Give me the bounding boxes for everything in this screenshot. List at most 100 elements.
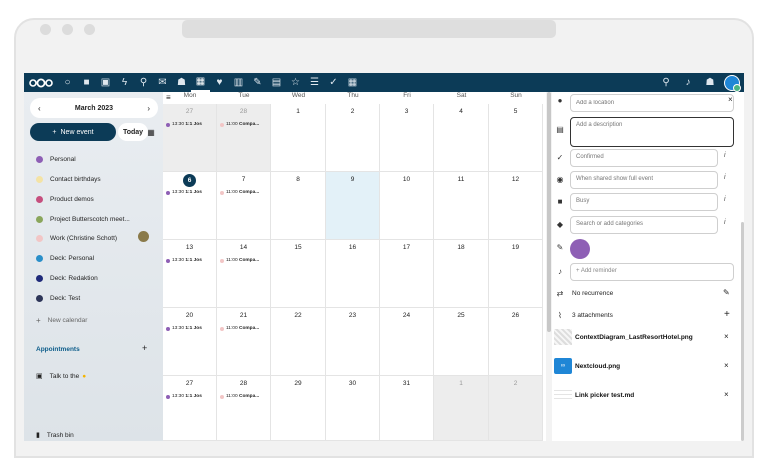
event-item[interactable]: 11:00 Compa...	[220, 258, 259, 263]
attachment-name[interactable]: ContextDiagram_LastResortHotel.png	[575, 334, 693, 341]
event-color-picker[interactable]	[570, 239, 590, 259]
stars-icon[interactable]: ☆	[286, 73, 305, 92]
calendar-item-work[interactable]: Work (Christine Schott)	[36, 232, 117, 244]
day-cell[interactable]: 28 11:00 Compa...	[217, 376, 271, 441]
day-cell[interactable]: 30	[326, 376, 380, 441]
address-bar[interactable]	[182, 20, 556, 38]
current-month-label[interactable]: March 2023	[75, 105, 113, 112]
files-icon[interactable]: ■	[77, 73, 96, 92]
recurrence-label[interactable]: No recurrence	[572, 290, 613, 297]
day-cell[interactable]: 11	[434, 172, 489, 240]
day-cell[interactable]: 1	[434, 376, 489, 441]
event-item[interactable]: 13:30 1:1 Jos	[166, 326, 202, 331]
favorites-icon[interactable]: ♥	[210, 73, 229, 92]
add-reminder-button[interactable]: + Add reminder	[570, 263, 734, 281]
calendar-item-personal[interactable]: Personal	[36, 153, 76, 165]
calendar-item-product-demos[interactable]: Product demos	[36, 193, 94, 205]
day-cell-today[interactable]: 6 13:30 1:1 Jos	[163, 172, 217, 240]
day-cell[interactable]: 15	[271, 240, 326, 308]
day-cell[interactable]: 8	[271, 172, 326, 240]
day-cell[interactable]: 28 11:00 Compa...	[217, 104, 271, 172]
day-cell[interactable]: 27 13:30 1:1 Jos	[163, 376, 217, 441]
info-icon[interactable]: i	[724, 196, 726, 203]
remove-attachment-icon[interactable]: ×	[724, 332, 729, 341]
attachment-name[interactable]: Link picker test.md	[575, 392, 634, 399]
deck-icon[interactable]: ▤	[267, 73, 286, 92]
nextcloud-logo-icon[interactable]	[24, 78, 58, 88]
day-cell[interactable]: 22	[271, 308, 326, 376]
chevron-right-icon[interactable]: ›	[147, 104, 150, 113]
day-cell[interactable]: 21 11:00 Compa...	[217, 308, 271, 376]
status-select[interactable]: Confirmed	[570, 149, 718, 167]
mail-icon[interactable]: ✉	[153, 73, 172, 92]
event-item[interactable]: 13:30 1:1 Jos	[166, 190, 202, 195]
day-cell[interactable]: 2	[326, 104, 380, 172]
contacts-menu-icon[interactable]: ☗	[702, 73, 718, 92]
event-item[interactable]: 13:30 1:1 Jos	[166, 394, 202, 399]
event-item[interactable]: 13:30 1:1 Jos	[166, 258, 202, 263]
calendar-item-deck-redaktion[interactable]: Deck: Redaktion	[36, 272, 98, 284]
remove-attachment-icon[interactable]: ×	[724, 361, 729, 370]
scrollbar-thumb[interactable]	[547, 92, 551, 332]
calendar-item-contact-birthdays[interactable]: Contact birthdays	[36, 173, 101, 185]
day-cell[interactable]: 4	[434, 104, 489, 172]
analytics-icon[interactable]: ▥	[229, 73, 248, 92]
day-cell[interactable]: 13 13:30 1:1 Jos	[163, 240, 217, 308]
info-icon[interactable]: i	[724, 174, 726, 181]
day-cell[interactable]: 24	[380, 308, 434, 376]
day-cell[interactable]: 10	[380, 172, 434, 240]
categories-input[interactable]: Search or add categories	[570, 216, 718, 234]
visibility-select[interactable]: When shared show full event	[570, 171, 718, 189]
notifications-icon[interactable]: ♪	[680, 73, 696, 92]
day-cell[interactable]: 5	[489, 104, 543, 172]
day-cell[interactable]: 3	[380, 104, 434, 172]
day-cell[interactable]: 1	[271, 104, 326, 172]
day-cell[interactable]: 17	[380, 240, 434, 308]
search-icon[interactable]: ⚲	[134, 73, 153, 92]
remove-attachment-icon[interactable]: ×	[724, 390, 729, 399]
info-icon[interactable]: i	[724, 152, 726, 159]
calendar-item-deck-test[interactable]: Deck: Test	[36, 292, 80, 304]
day-cell[interactable]: 14 11:00 Compa...	[217, 240, 271, 308]
day-cell[interactable]: 12	[489, 172, 543, 240]
dashboard-icon[interactable]: ○	[58, 73, 77, 92]
event-item[interactable]: 11:00 Compa...	[220, 394, 259, 399]
day-cell-selected[interactable]: 9	[326, 172, 380, 240]
description-input[interactable]: Add a description	[570, 117, 734, 147]
add-attachment-icon[interactable]: +	[724, 309, 730, 320]
availability-select[interactable]: Busy	[570, 193, 718, 211]
view-grid-icon[interactable]: ▦	[144, 123, 158, 141]
event-item[interactable]: 11:00 Compa...	[220, 190, 259, 195]
day-cell[interactable]: 18	[434, 240, 489, 308]
day-cell[interactable]: 19	[489, 240, 543, 308]
tasks-icon[interactable]: ☰	[305, 73, 324, 92]
notes-icon[interactable]: ✎	[248, 73, 267, 92]
day-cell[interactable]: 29	[271, 376, 326, 441]
event-item[interactable]: 13:30 1:1 Jos	[166, 122, 202, 127]
day-cell[interactable]: 27 13:30 1:1 Jos	[163, 104, 217, 172]
calendar-item-deck-personal[interactable]: Deck: Personal	[36, 252, 94, 264]
day-cell[interactable]: 2	[489, 376, 543, 441]
close-icon[interactable]: ×	[728, 95, 733, 104]
location-input[interactable]	[570, 94, 734, 112]
calendar-item-project-butterscotch[interactable]: Project Butterscotch meet...	[36, 213, 130, 225]
event-item[interactable]: 11:00 Compa...	[220, 326, 259, 331]
add-appointment-icon[interactable]: +	[142, 343, 147, 353]
contacts-icon[interactable]: ☗	[172, 73, 191, 92]
day-cell[interactable]: 25	[434, 308, 489, 376]
info-icon[interactable]: i	[724, 219, 726, 226]
day-cell[interactable]: 23	[326, 308, 380, 376]
panel-scrollbar[interactable]	[741, 222, 744, 441]
photos-icon[interactable]: ▣	[96, 73, 115, 92]
calendar-icon[interactable]: ▦	[191, 73, 210, 92]
attachment-name[interactable]: Nextcloud.png	[575, 363, 620, 370]
activity-icon[interactable]: ϟ	[115, 73, 134, 92]
day-cell[interactable]: 20 13:30 1:1 Jos	[163, 308, 217, 376]
day-cell[interactable]: 7 11:00 Compa...	[217, 172, 271, 240]
new-calendar-button[interactable]: + New calendar	[36, 314, 87, 326]
unified-search-icon[interactable]: ⚲	[658, 73, 674, 92]
appointment-talk-to[interactable]: ▣ Talk to the ●	[36, 370, 86, 382]
chevron-left-icon[interactable]: ‹	[38, 104, 41, 113]
day-cell[interactable]: 31	[380, 376, 434, 441]
day-cell[interactable]: 26	[489, 308, 543, 376]
